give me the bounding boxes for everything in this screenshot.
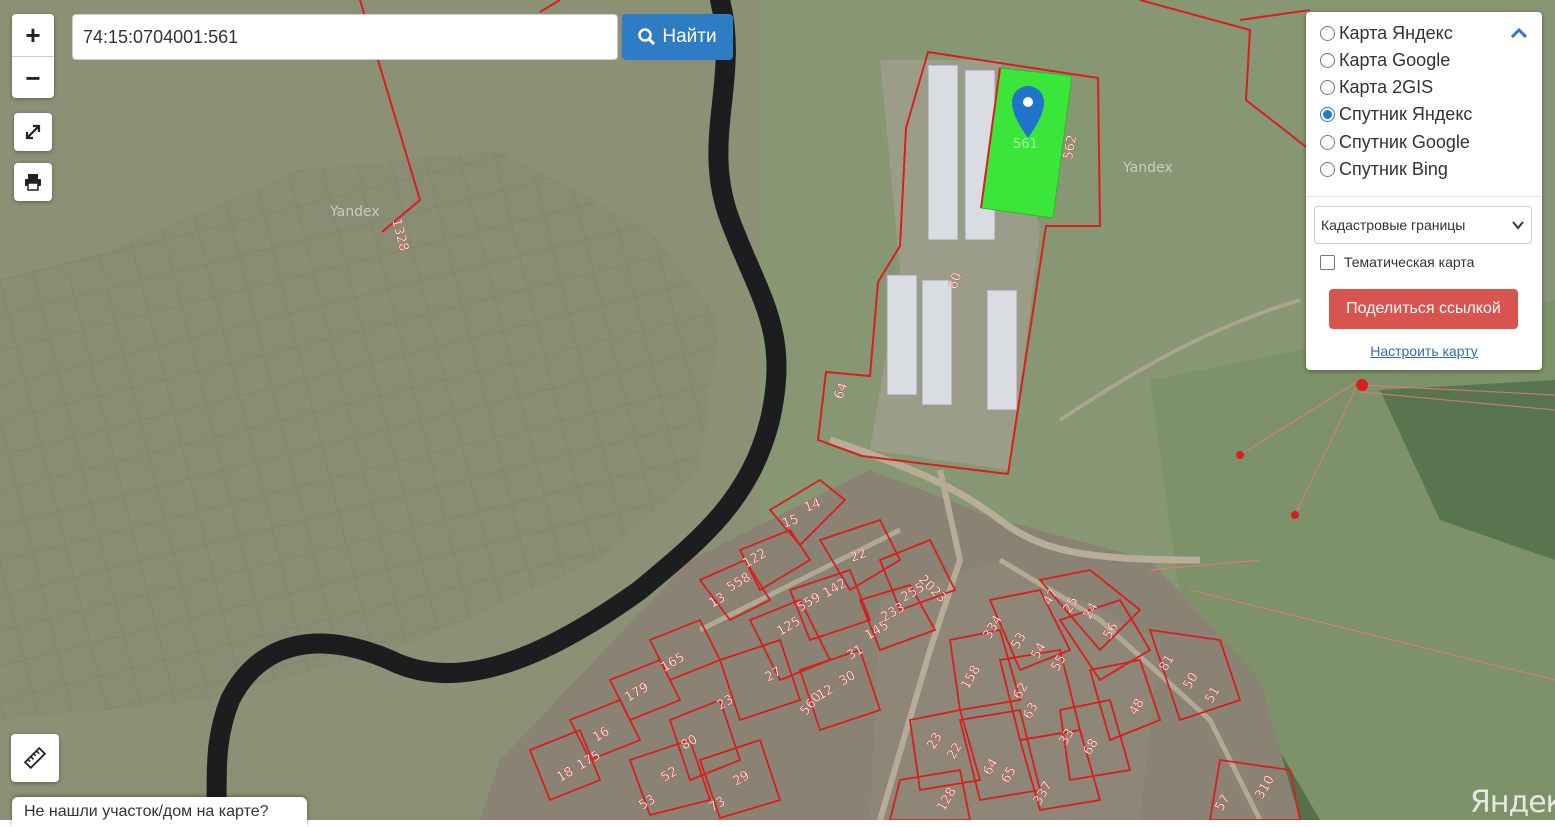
printer-icon	[25, 174, 41, 191]
search-button-label: Найти	[662, 26, 717, 47]
overlay-select[interactable]: Кадастровые границы	[1314, 206, 1532, 244]
layer-option-label: Спутник Bing	[1339, 159, 1448, 179]
help-prompt-text: Не нашли участок/дом на карте?	[24, 803, 269, 820]
yandex-logo: Яндекс	[1470, 785, 1555, 820]
overlay-select-value: Кадастровые границы	[1321, 217, 1466, 233]
thematic-map-label: Тематическая карта	[1344, 254, 1475, 270]
share-link-label: Поделиться ссылкой	[1346, 300, 1501, 317]
highlighted-parcel-label: 561	[1013, 137, 1038, 152]
layer-option-label: Спутник Яндекс	[1339, 104, 1473, 124]
layer-option-bing-satellite[interactable]: Спутник Bing	[1320, 159, 1448, 180]
zoom-in-button[interactable]: +	[12, 14, 54, 57]
cadastral-search-input[interactable]	[72, 14, 618, 60]
fullscreen-button[interactable]	[14, 113, 52, 151]
radio-button[interactable]	[1320, 53, 1335, 68]
layer-option-label: Спутник Google	[1339, 132, 1470, 152]
layer-option-label: Карта Яндекс	[1339, 23, 1453, 43]
search-icon	[638, 28, 656, 46]
layer-option-label: Карта 2GIS	[1339, 77, 1434, 97]
print-button[interactable]	[14, 163, 52, 201]
layer-option-2gis-map[interactable]: Карта 2GIS	[1320, 77, 1433, 98]
thematic-map-toggle[interactable]: Тематическая карта	[1320, 254, 1474, 270]
configure-map-link[interactable]: Настроить карту	[1306, 343, 1542, 359]
help-prompt[interactable]: Не нашли участок/дом на карте?	[12, 797, 307, 827]
search-button[interactable]: Найти	[622, 14, 733, 60]
layer-option-yandex-map[interactable]: Карта Яндекс	[1320, 23, 1453, 44]
zoom-out-button[interactable]: −	[12, 57, 54, 99]
tile-watermark: Yandex	[329, 204, 380, 220]
thematic-map-checkbox[interactable]	[1320, 254, 1335, 270]
radio-button-selected[interactable]	[1320, 107, 1335, 122]
layer-panel: Карта Яндекс Карта Google Карта 2GIS Спу…	[1306, 12, 1542, 370]
share-link-button[interactable]: Поделиться ссылкой	[1329, 289, 1518, 329]
layer-option-yandex-satellite[interactable]: Спутник Яндекс	[1320, 104, 1472, 125]
zoom-control: + −	[12, 14, 54, 98]
tile-watermark: Yandex	[1122, 160, 1173, 176]
layer-option-google-satellite[interactable]: Спутник Google	[1320, 132, 1470, 153]
chevron-up-icon[interactable]	[1508, 22, 1530, 44]
ruler-button[interactable]	[11, 734, 59, 782]
radio-button[interactable]	[1320, 162, 1335, 177]
radio-button[interactable]	[1320, 80, 1335, 95]
divider	[1306, 196, 1542, 197]
layer-option-label: Карта Google	[1339, 50, 1451, 70]
expand-icon	[25, 124, 41, 140]
layer-option-google-map[interactable]: Карта Google	[1320, 50, 1450, 71]
radio-button[interactable]	[1320, 135, 1335, 150]
radio-button[interactable]	[1320, 26, 1335, 41]
ruler-icon	[23, 746, 47, 770]
chevron-down-icon	[1512, 221, 1524, 230]
